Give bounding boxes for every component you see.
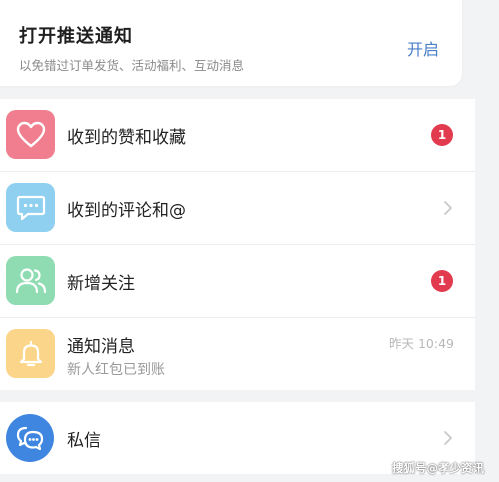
push-title: 打开推送通知	[19, 26, 133, 47]
unread-badge: 1	[431, 270, 453, 292]
list-item-followers[interactable]: 新增关注 1	[0, 245, 475, 318]
message-list: 收到的赞和收藏 1 收到的评论和@ 新增关注 1 通知消息 新人红包已到账 昨天…	[0, 99, 475, 390]
row-label: 收到的评论和@	[67, 201, 186, 221]
row-subtitle: 新人红包已到账	[67, 362, 165, 378]
enable-push-button[interactable]: 开启	[407, 36, 439, 60]
timestamp: 昨天 10:49	[389, 336, 454, 351]
chat-bubbles-icon	[6, 414, 54, 462]
push-subtitle: 以免错过订单发货、活动福利、互动消息	[19, 58, 245, 73]
push-notification-card: 打开推送通知 以免错过订单发货、活动福利、互动消息 开启	[0, 0, 462, 86]
watermark: 搜狐号@孝少资讯	[392, 461, 484, 475]
list-item-notifications[interactable]: 通知消息 新人红包已到账 昨天 10:49	[0, 318, 475, 390]
row-label: 私信	[67, 431, 101, 451]
row-label: 通知消息	[67, 337, 135, 357]
list-item-likes[interactable]: 收到的赞和收藏 1	[0, 99, 475, 172]
bell-icon	[6, 329, 55, 378]
comment-bubble-icon	[6, 183, 55, 232]
unread-badge: 1	[431, 124, 453, 146]
chevron-right-icon	[444, 431, 452, 445]
row-label: 新增关注	[67, 274, 135, 294]
heart-icon	[6, 110, 55, 159]
list-item-comments[interactable]: 收到的评论和@	[0, 172, 475, 245]
chevron-right-icon	[444, 201, 452, 215]
row-label: 收到的赞和收藏	[67, 128, 186, 148]
users-icon	[6, 256, 55, 305]
